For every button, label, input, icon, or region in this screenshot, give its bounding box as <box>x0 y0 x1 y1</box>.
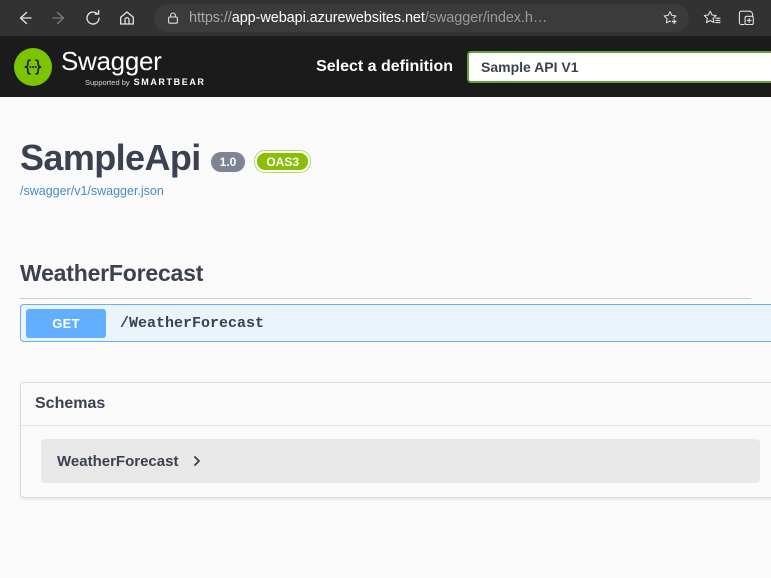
tag-section-weatherforecast: WeatherForecast GET /WeatherForecast <box>20 260 771 343</box>
url-host: app-webapi.azurewebsites.net <box>231 10 425 26</box>
favorites-button[interactable] <box>695 3 729 33</box>
home-button[interactable] <box>110 3 144 33</box>
back-button[interactable] <box>8 3 42 33</box>
swagger-topbar: Swagger Supported by SMARTBEAR Select a … <box>0 37 771 97</box>
collections-icon <box>738 10 754 26</box>
refresh-icon <box>86 9 100 25</box>
url-scheme: https:// <box>189 10 232 26</box>
collections-button[interactable] <box>729 3 763 33</box>
swagger-brace-icon <box>14 48 52 86</box>
select-definition-label: Select a definition <box>316 58 453 75</box>
version-badge: 1.0 <box>210 151 246 172</box>
tag-divider <box>20 298 751 300</box>
definition-select-value: Sample API V1 <box>481 59 579 75</box>
swagger-wordmark-text: Swagger <box>61 45 162 76</box>
forward-button[interactable] <box>42 3 76 33</box>
tag-title[interactable]: WeatherForecast <box>20 260 751 298</box>
schema-row-weatherforecast[interactable]: WeatherForecast <box>41 439 760 484</box>
operation-method-badge: GET <box>26 308 106 338</box>
api-info: SampleApi 1.0 OAS3 /swagger/v1/swagger.j… <box>20 97 751 198</box>
swagger-ui-content: SampleApi 1.0 OAS3 /swagger/v1/swagger.j… <box>0 97 771 499</box>
supported-by-label: Supported by <box>85 77 130 87</box>
schemas-heading[interactable]: Schemas <box>21 383 771 427</box>
address-bar[interactable]: https://app-webapi.azurewebsites.net/swa… <box>154 4 689 32</box>
schemas-panel: Schemas WeatherForecast <box>20 382 771 499</box>
back-arrow-icon <box>19 11 32 25</box>
star-plus-icon[interactable] <box>657 5 683 31</box>
smartbear-label: SMARTBEAR <box>133 76 206 87</box>
browser-toolbar: https://app-webapi.azurewebsites.net/swa… <box>0 0 771 37</box>
swagger-wordmark: Swagger Supported by SMARTBEAR <box>61 48 206 87</box>
swagger-supported-by: Supported by SMARTBEAR <box>61 77 206 87</box>
home-icon <box>120 11 134 25</box>
forward-arrow-icon <box>52 11 65 25</box>
refresh-button[interactable] <box>76 3 110 33</box>
oas-badge: OAS3 <box>254 150 312 174</box>
chevron-right-icon[interactable] <box>191 455 203 467</box>
favorites-list-icon <box>703 10 721 24</box>
operation-get-weatherforecast[interactable]: GET /WeatherForecast <box>20 304 771 343</box>
schema-name: WeatherForecast <box>57 452 179 470</box>
definition-selector-area: Select a definition Sample API V1 <box>206 51 771 83</box>
swagger-logo[interactable]: Swagger Supported by SMARTBEAR <box>14 48 206 87</box>
definition-select[interactable]: Sample API V1 <box>467 51 771 83</box>
address-bar-text: https://app-webapi.azurewebsites.net/swa… <box>189 10 657 26</box>
swagger-json-link[interactable]: /swagger/v1/swagger.json <box>20 184 751 198</box>
lock-icon <box>164 9 182 27</box>
page-title: SampleApi <box>20 137 201 178</box>
api-title-row: SampleApi 1.0 OAS3 <box>20 137 751 178</box>
url-path: /swagger/index.h… <box>424 10 548 26</box>
operation-path: /WeatherForecast <box>120 314 265 332</box>
